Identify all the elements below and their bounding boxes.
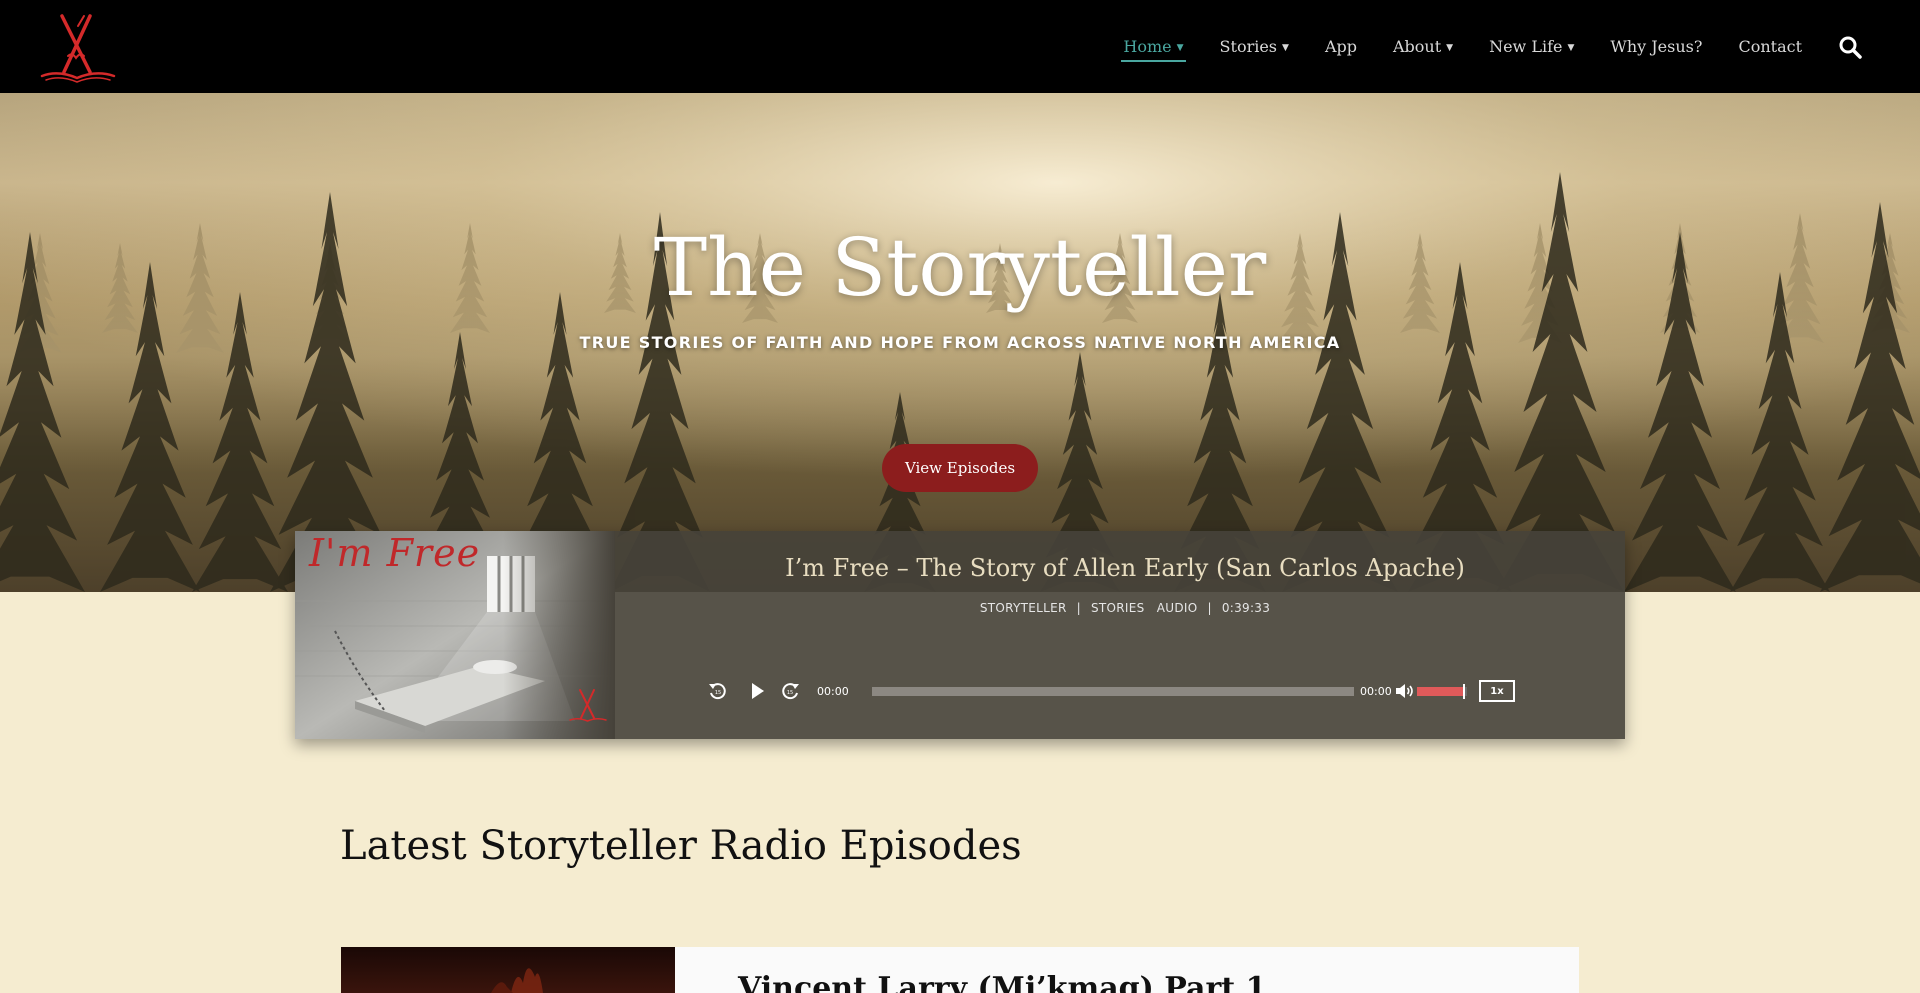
total-time: 00:00	[1360, 685, 1392, 698]
current-time: 00:00	[817, 685, 849, 698]
latest-episodes-heading: Latest Storyteller Radio Episodes	[340, 823, 1022, 869]
nav-item-home[interactable]: Home ▼	[1121, 0, 1186, 93]
progress-bar[interactable]	[872, 687, 1354, 696]
nav-item-label: About	[1392, 37, 1442, 56]
nav-item-contact[interactable]: Contact	[1738, 0, 1802, 93]
episode-title: I’m Free – The Story of Allen Early (San…	[785, 554, 1465, 582]
teepee-bible-logo-icon[interactable]	[38, 12, 118, 84]
main-nav: Home ▼ Stories ▼ App About ▼ New Life ▼ …	[1121, 0, 1920, 93]
volume-icon[interactable]	[1393, 680, 1415, 702]
hero-banner: The Storyteller TRUE STORIES OF FAITH AN…	[0, 93, 1920, 592]
episode-cover-image: I'm Free	[295, 531, 615, 739]
chevron-down-icon: ▼	[1282, 42, 1289, 53]
hero-subtitle: TRUE STORIES OF FAITH AND HOPE FROM ACRO…	[579, 333, 1341, 352]
nav-item-about[interactable]: About ▼	[1393, 0, 1453, 93]
volume-slider[interactable]	[1417, 684, 1467, 699]
nav-item-label: Contact	[1738, 37, 1802, 56]
rewind-icon[interactable]: 15	[707, 680, 729, 702]
chevron-down-icon: ▼	[1446, 42, 1454, 53]
audio-player: I'm Free I’m Free – The Story of Allen E…	[295, 531, 1625, 739]
nav-item-app[interactable]: App	[1325, 0, 1357, 93]
nav-item-new-life[interactable]: New Life ▼	[1489, 0, 1574, 93]
episode-meta: STORYTELLER | STORIES AUDIO | 0:39:33	[979, 601, 1271, 615]
cover-title-text: I'm Free	[309, 531, 481, 575]
fire-image	[491, 968, 543, 993]
episode-duration: 0:39:33	[1221, 601, 1271, 615]
episode-thumbnail[interactable]	[341, 947, 675, 993]
search-icon[interactable]	[1838, 35, 1862, 59]
nav-item-why-jesus[interactable]: Why Jesus?	[1610, 0, 1702, 93]
episode-card[interactable]: Vincent Larry (Mi’kmaq) Part 1	[341, 947, 1579, 993]
view-episodes-button[interactable]: View Episodes	[882, 444, 1038, 492]
fast-forward-icon[interactable]: 15	[779, 680, 801, 702]
cover-logo-icon	[569, 689, 607, 722]
nav-item-label: New Life	[1489, 37, 1563, 56]
nav-item-label: App	[1324, 37, 1357, 56]
chevron-down-icon: ▼	[1176, 42, 1184, 53]
nav-item-label: Stories	[1219, 37, 1278, 56]
svg-text:15: 15	[715, 690, 721, 696]
episode-tags-link[interactable]: STORIES AUDIO	[1091, 601, 1198, 615]
svg-text:15: 15	[787, 690, 793, 696]
playback-speed-button[interactable]: 1x	[1479, 680, 1515, 702]
nav-item-label: Home	[1123, 37, 1172, 56]
site-header: Home ▼ Stories ▼ App About ▼ New Life ▼ …	[0, 0, 1920, 93]
nav-item-label: Why Jesus?	[1610, 37, 1703, 56]
nav-item-stories[interactable]: Stories ▼	[1220, 0, 1289, 93]
episode-category-link[interactable]: STORYTELLER	[980, 601, 1067, 615]
player-controls: 15 15 00:00 00:00 1x	[707, 680, 1567, 702]
episode-card-title[interactable]: Vincent Larry (Mi’kmaq) Part 1	[738, 971, 1266, 993]
play-icon[interactable]	[746, 680, 768, 702]
chevron-down-icon: ▼	[1567, 42, 1575, 53]
hero-title: The Storyteller	[653, 221, 1267, 314]
volume-fill	[1417, 687, 1465, 696]
volume-handle[interactable]	[1462, 684, 1465, 699]
